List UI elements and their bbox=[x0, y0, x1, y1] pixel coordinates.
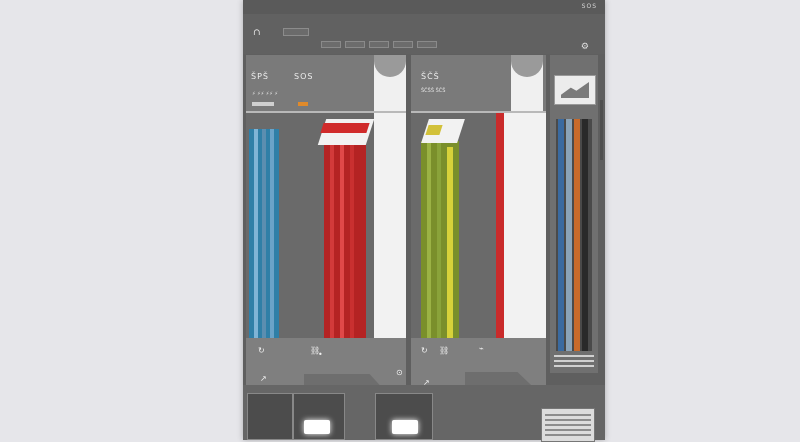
window-label: SOS bbox=[581, 3, 597, 10]
panel-1-refresh-icon[interactable]: ↻ bbox=[258, 346, 265, 355]
panel-1: ŠPŠ SOS ⚡ ⚡⚡ ⚡⚡ ⚡ ↻ ⛓ • ⊙ ↗ bbox=[246, 55, 406, 426]
title-bar: SOS bbox=[243, 0, 605, 15]
tool-4-button[interactable] bbox=[393, 41, 413, 48]
panel-1-orange-chip[interactable] bbox=[298, 102, 308, 106]
vertical-scrollbar[interactable] bbox=[600, 100, 603, 160]
panel-2-preview-cap bbox=[511, 55, 543, 77]
panel-2-link-icon[interactable]: ⛓ bbox=[439, 346, 449, 355]
card-3-screen bbox=[392, 420, 418, 434]
panel-2-subtitle: ŠČŠŠ ŠČŠ bbox=[421, 88, 446, 94]
panel-2-pin-icon[interactable]: ⌁ bbox=[479, 344, 484, 353]
panel-1-bar-1 bbox=[254, 129, 258, 338]
panel-2-green-bar-1 bbox=[427, 141, 431, 338]
panel-2-refresh-icon[interactable]: ↻ bbox=[421, 346, 428, 355]
app-window: SOS ∩ ⚙ ŠPŠ SOS ⚡ ⚡⚡ ⚡⚡ ⚡ ↻ ⛓ • ⊙ ↗ ŠČŠ … bbox=[243, 0, 605, 442]
side-preview bbox=[554, 75, 596, 105]
panel-1-bar-3 bbox=[270, 129, 274, 338]
panel-1-title: ŠPŠ bbox=[251, 72, 269, 81]
panel-2-green-bar-2 bbox=[437, 141, 441, 338]
side-bar-3 bbox=[574, 119, 580, 351]
panel-1-knob-icon[interactable]: ⊙ bbox=[396, 368, 403, 377]
bottom-bar bbox=[243, 385, 605, 442]
panel-2-title: ŠČŠ bbox=[421, 72, 440, 81]
mini-table bbox=[541, 408, 595, 442]
tool-3-button[interactable] bbox=[369, 41, 389, 48]
card-2-screen bbox=[304, 420, 330, 434]
panel-1-header: ŠPŠ SOS ⚡ ⚡⚡ ⚡⚡ ⚡ bbox=[246, 55, 406, 111]
card-3[interactable] bbox=[375, 393, 433, 440]
panel-2-yellow-bar bbox=[447, 147, 453, 338]
side-legend-row-2 bbox=[554, 360, 594, 362]
panel-1-arrow-icon[interactable]: ↗ bbox=[260, 374, 267, 383]
panel-1-side-strip bbox=[374, 113, 406, 338]
settings-gear-icon[interactable]: ⚙ bbox=[581, 42, 589, 52]
toolbar: ∩ ⚙ bbox=[243, 14, 605, 54]
side-preview-graph bbox=[561, 82, 589, 98]
tool-1-button[interactable] bbox=[321, 41, 341, 48]
card-1[interactable] bbox=[247, 393, 293, 440]
side-bar-2 bbox=[566, 119, 572, 351]
mini-table-row bbox=[545, 414, 591, 416]
panel-1-subtitle: ⚡ ⚡⚡ ⚡⚡ ⚡ bbox=[252, 91, 278, 97]
side-bar-1 bbox=[558, 119, 564, 351]
mini-table-row bbox=[545, 429, 591, 431]
app-logo: ∩ bbox=[253, 28, 261, 38]
panel-1-red-bar-3 bbox=[350, 141, 354, 338]
panel-2-header: ŠČŠ ŠČŠŠ ŠČŠ bbox=[411, 55, 546, 111]
card-2[interactable] bbox=[293, 393, 345, 440]
panel-1-red-bar-2 bbox=[340, 141, 344, 338]
side-legend-row-1 bbox=[554, 355, 594, 357]
side-bar-4 bbox=[582, 119, 588, 351]
panel-1-dot-icon: • bbox=[318, 350, 323, 359]
panel-1-chip[interactable] bbox=[252, 102, 274, 106]
search-input[interactable] bbox=[283, 28, 309, 36]
panel-1-plot bbox=[246, 113, 406, 338]
side-panel bbox=[550, 55, 598, 373]
panel-1-red-bar-1 bbox=[330, 141, 334, 338]
tool-2-button[interactable] bbox=[345, 41, 365, 48]
mini-table-row bbox=[545, 434, 591, 436]
mini-table-row bbox=[545, 419, 591, 421]
mini-table-row bbox=[545, 424, 591, 426]
panel-2-plot bbox=[411, 113, 546, 338]
panel-1-red-cap bbox=[320, 123, 370, 133]
panel-1-preview bbox=[374, 55, 406, 111]
panel-1-preview-cap bbox=[374, 55, 406, 77]
panel-1-bar-2 bbox=[262, 129, 266, 338]
side-legend-row-3 bbox=[554, 365, 594, 367]
panel-2-preview bbox=[511, 55, 543, 111]
panel-2: ŠČŠ ŠČŠŠ ŠČŠ ↻ ⛓ ⌁ ↗ bbox=[411, 55, 546, 426]
panel-2-red-marker bbox=[496, 113, 504, 338]
panel-1-title-2: SOS bbox=[294, 72, 314, 81]
tool-5-button[interactable] bbox=[417, 41, 437, 48]
